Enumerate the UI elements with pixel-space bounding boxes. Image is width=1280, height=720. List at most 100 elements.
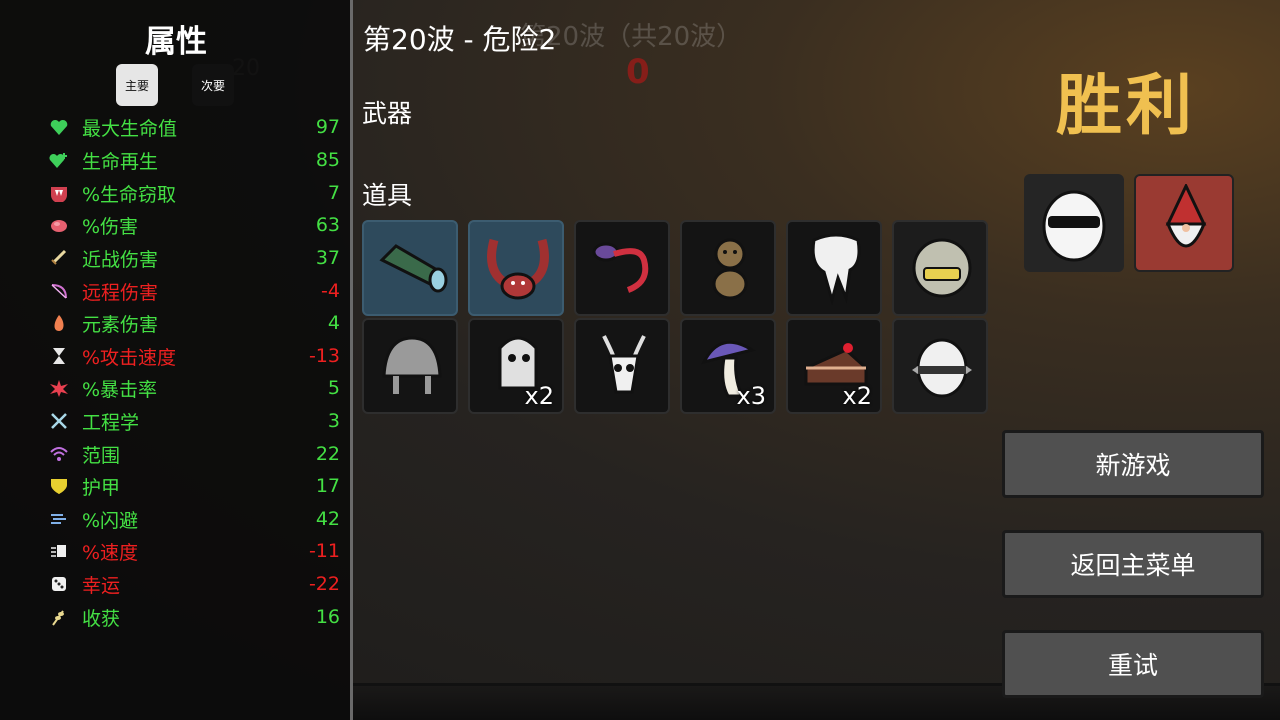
stat-value: 42 — [315, 508, 340, 530]
item-slot-monkey[interactable] — [680, 220, 776, 316]
goat-skull-icon — [602, 335, 646, 394]
stat-value: -13 — [308, 345, 340, 367]
stat-row-melee-damage[interactable]: 近战伤害 37 — [48, 243, 340, 273]
range-icon — [48, 443, 70, 465]
stat-value: 16 — [315, 606, 340, 628]
stat-name: %攻击速度 — [82, 346, 177, 369]
stat-value: 3 — [327, 410, 340, 432]
new-game-button[interactable]: 新游戏 — [1002, 430, 1264, 498]
stat-value: 97 — [315, 116, 340, 138]
victory-title: 胜利 — [1056, 67, 1196, 144]
item-slot-tooth[interactable] — [786, 220, 882, 316]
stat-row-life-steal[interactable]: %生命窃取 7 — [48, 178, 340, 208]
stat-row-engineering[interactable]: 工程学 3 — [48, 406, 340, 436]
helmet-icon — [382, 336, 442, 394]
stat-name: 工程学 — [82, 411, 140, 434]
stat-row-attack-speed[interactable]: %攻击速度 -13 — [48, 341, 340, 371]
stat-row-elemental-damage[interactable]: 元素伤害 4 — [48, 308, 340, 338]
heart-icon — [48, 116, 70, 138]
stat-value: 4 — [327, 312, 340, 334]
item-slot-spiked-egg[interactable] — [892, 318, 988, 414]
stat-value: 5 — [327, 377, 340, 399]
stat-value: 17 — [315, 475, 340, 497]
stat-value: 63 — [315, 214, 340, 236]
gnome-icon — [1165, 184, 1207, 248]
stat-value: 7 — [327, 182, 340, 204]
shield-icon — [48, 475, 70, 497]
stat-name: %速度 — [82, 541, 139, 564]
character-slot[interactable] — [1024, 174, 1124, 272]
stat-name: 护甲 — [82, 476, 121, 499]
stat-row-crit-chance[interactable]: %暴击率 5 — [48, 373, 340, 403]
stat-row-hp-regen[interactable]: 生命再生 85 — [48, 145, 340, 175]
stats-title: 属性 — [145, 24, 207, 60]
spyglass-icon — [379, 244, 448, 293]
item-slot-goat-skull[interactable] — [574, 318, 670, 414]
harvest-icon — [48, 606, 70, 628]
items-label: 道具 — [362, 181, 413, 210]
fangs-icon — [48, 182, 70, 204]
flame-icon — [48, 312, 70, 334]
tab-primary[interactable]: 主要 — [116, 64, 158, 106]
stat-row-speed[interactable]: %速度 -11 — [48, 536, 340, 566]
stat-name: 收获 — [82, 607, 121, 630]
background-counter: 0 — [626, 52, 650, 92]
weapons-label: 武器 — [362, 99, 413, 128]
stat-value: 22 — [315, 443, 340, 465]
stat-row-dodge[interactable]: %闪避 42 — [48, 504, 340, 534]
tongue-creature-icon — [592, 242, 649, 293]
stat-name: 近战伤害 — [82, 248, 159, 271]
stat-name: %暴击率 — [82, 378, 158, 401]
item-slot-cake[interactable]: x2 — [786, 318, 882, 414]
item-slot-tongue-creature[interactable] — [574, 220, 670, 316]
monkey-icon — [712, 238, 748, 300]
stat-name: 幸运 — [82, 574, 121, 597]
item-slot-metal-face[interactable] — [892, 220, 988, 316]
stat-row-harvesting[interactable]: 收获 16 — [48, 602, 340, 632]
main-menu-button[interactable]: 返回主菜单 — [1002, 530, 1264, 598]
item-slot-spyglass[interactable] — [362, 220, 458, 316]
stat-name: 生命再生 — [82, 150, 159, 173]
stat-name: 范围 — [82, 444, 121, 467]
item-quantity: x3 — [736, 382, 766, 410]
stat-row-range[interactable]: 范围 22 — [48, 439, 340, 469]
retry-button[interactable]: 重试 — [1002, 630, 1264, 698]
spiked-egg-icon — [912, 338, 972, 398]
dodge-icon — [48, 508, 70, 530]
item-slot-tentacle-crab[interactable] — [468, 220, 564, 316]
item-slot-skull-robot[interactable]: x2 — [468, 318, 564, 414]
stat-row-damage[interactable]: %伤害 63 — [48, 210, 340, 240]
item-slot-mushroom[interactable]: x3 — [680, 318, 776, 414]
dice-icon — [48, 573, 70, 595]
tentacle-crab-icon — [487, 238, 549, 300]
stat-name: %伤害 — [82, 215, 139, 238]
item-quantity: x2 — [524, 382, 554, 410]
stat-row-luck[interactable]: 幸运 -22 — [48, 569, 340, 599]
stat-name: %闪避 — [82, 509, 139, 532]
stat-value: -11 — [308, 540, 340, 562]
stat-row-armor[interactable]: 护甲 17 — [48, 471, 340, 501]
muscle-icon — [48, 214, 70, 236]
sword-icon — [48, 247, 70, 269]
metal-face-icon — [912, 238, 972, 298]
item-quantity: x2 — [842, 382, 872, 410]
tab-secondary[interactable]: 次要 — [192, 64, 234, 106]
danger-slot[interactable] — [1134, 174, 1234, 272]
item-slot-helmet[interactable] — [362, 318, 458, 414]
tooth-icon — [811, 233, 861, 306]
regen-heart-icon — [48, 149, 70, 171]
speed-icon — [48, 540, 70, 562]
stat-row-max-hp[interactable]: 最大生命值 97 — [48, 112, 340, 142]
wave-title: 第20波 - 危险2 — [363, 23, 557, 56]
stat-name: 远程伤害 — [82, 281, 159, 304]
stat-name: 最大生命值 — [82, 117, 178, 140]
stat-row-ranged-damage[interactable]: 远程伤害 -4 — [48, 276, 340, 306]
critical-icon — [48, 377, 70, 399]
stat-value: -4 — [321, 280, 340, 302]
hourglass-icon — [48, 345, 70, 367]
wrench-icon — [48, 410, 70, 432]
bow-icon — [48, 280, 70, 302]
sunglasses-egg-icon — [1042, 190, 1106, 262]
stat-name: 元素伤害 — [82, 313, 159, 336]
stat-value: 37 — [315, 247, 340, 269]
